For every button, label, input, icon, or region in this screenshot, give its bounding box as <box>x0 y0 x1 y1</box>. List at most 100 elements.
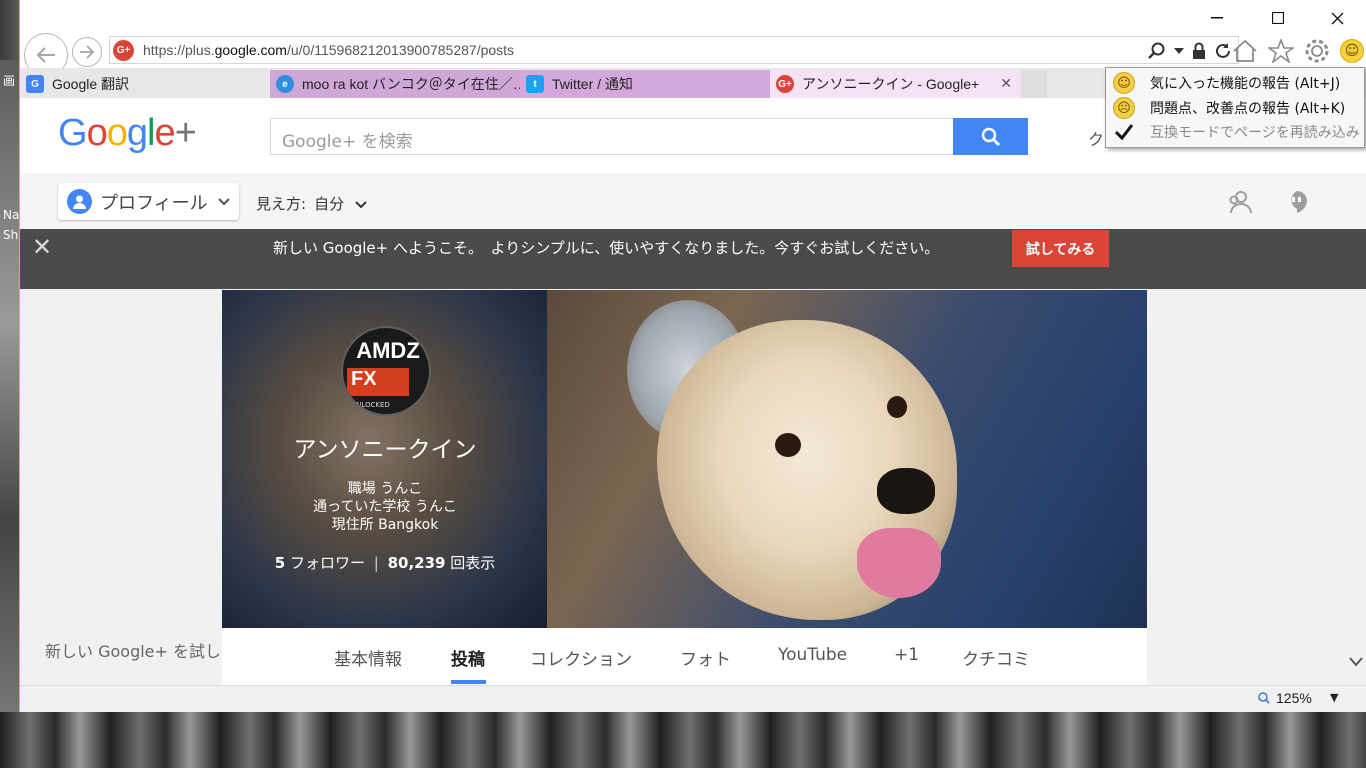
feedback-menu: ☺ 気に入った機能の報告 (Alt+J) ☹ 問題点、改善点の報告 (Alt+K… <box>1105 67 1365 148</box>
gear-icon[interactable] <box>1304 38 1330 64</box>
url-text[interactable]: https://plus.google.com/u/0/115968212013… <box>143 42 514 58</box>
url-path: /u/0/115968212013900785287/posts <box>286 42 515 58</box>
tab-twitter[interactable]: t Twitter / 通知 <box>520 70 770 98</box>
chevron-down-icon <box>217 195 230 209</box>
tab-posts[interactable]: 投稿 <box>451 645 485 670</box>
google-plus-page: Google+ Google+ を検索 ク プロフィール 見え方: 自分 ✕ 新… <box>20 98 1366 685</box>
zoom-dropdown-icon[interactable]: ▼ <box>1330 691 1338 704</box>
menu-item-label: 互換モードでページを再読み込み <box>1150 125 1360 141</box>
tab-about[interactable]: 基本情報 <box>334 645 402 670</box>
hangouts-icon[interactable] <box>1284 189 1310 215</box>
tab-label: Google 翻訳 <box>52 76 130 92</box>
toolbar-icons: ☺ <box>1232 36 1364 66</box>
tab-youtube[interactable]: YouTube <box>778 645 847 665</box>
desktop-bottom-strip <box>0 712 1366 768</box>
desktop-left-strip: 画 Na Sh <box>0 60 20 720</box>
profile-work: 職場 うんこ <box>347 481 423 497</box>
desktop-text: 画 <box>3 74 16 88</box>
tab-collections[interactable]: コレクション <box>530 645 632 670</box>
tab-google-plus-active[interactable]: G+ アンソニークイン - Google+ ✕ <box>770 70 1020 98</box>
search-button[interactable] <box>953 118 1028 155</box>
lock-icon[interactable] <box>1192 42 1206 60</box>
zoom-level[interactable]: 125% <box>1276 690 1312 706</box>
tab-label: moo ra kot バンコク＠タイ在住／… <box>302 76 520 92</box>
address-bar[interactable]: G+ https://plus.google.com/u/0/115968212… <box>109 36 1239 64</box>
google-translate-icon: G <box>26 75 44 93</box>
menu-item-compat-reload[interactable]: 互換モードでページを再読み込み <box>1112 120 1360 144</box>
banner-message: 新しい Google+ へようこそ。 よりシンプルに、使いやすくなりました。今す… <box>273 239 940 257</box>
back-arrow-icon <box>36 47 55 63</box>
dog-tongue <box>857 528 941 598</box>
smile-face-icon: ☺ <box>1113 72 1135 94</box>
view-as-label: 見え方: <box>256 195 307 213</box>
view-as-selector[interactable]: 見え方: 自分 <box>256 193 367 214</box>
desktop-text: Na <box>3 208 20 222</box>
favorites-star-icon[interactable] <box>1268 39 1294 63</box>
avatar[interactable]: AMDZ FX UNLOCKED <box>341 326 431 416</box>
new-gplus-banner: ✕ 新しい Google+ へようこそ。 よりシンプルに、使いやすくなりました。… <box>20 229 1366 289</box>
minimize-button[interactable] <box>1194 4 1240 32</box>
followers-label[interactable]: フォロワー <box>290 554 365 572</box>
feedback-smiley-icon[interactable]: ☺ <box>1340 39 1364 63</box>
menu-item-label: 問題点、改善点の報告 (Alt+K) <box>1150 101 1346 117</box>
tab-photos[interactable]: フォト <box>680 645 731 670</box>
forward-button[interactable] <box>72 37 102 67</box>
minimize-icon <box>1211 17 1223 19</box>
gplus-icon: G+ <box>776 75 794 93</box>
refresh-icon[interactable] <box>1214 42 1232 60</box>
view-as-value: 自分 <box>314 195 345 213</box>
ie-icon: e <box>276 75 294 93</box>
communities-icon[interactable] <box>1227 189 1253 215</box>
views-label: 回表示 <box>450 554 496 572</box>
try-it-button[interactable]: 試してみる <box>1012 230 1109 267</box>
tab-plus-one[interactable]: +1 <box>894 645 919 665</box>
close-window-button[interactable] <box>1314 4 1360 32</box>
menu-item-report-like[interactable]: ☺ 気に入った機能の報告 (Alt+J) <box>1112 71 1340 95</box>
profile-dropdown-button[interactable]: プロフィール <box>58 183 239 220</box>
profile-label: プロフィール <box>100 192 208 214</box>
profile-tabs: 基本情報 投稿 コレクション フォト YouTube +1 クチコミ <box>222 628 1147 685</box>
search-input[interactable]: Google+ を検索 <box>270 118 954 155</box>
url-host: google.com <box>214 42 287 58</box>
person-icon <box>67 189 92 214</box>
address-tools <box>1148 40 1232 62</box>
cover-photo-dog[interactable] <box>547 290 1147 628</box>
checkmark-icon <box>1112 120 1136 144</box>
search-icon[interactable] <box>1148 42 1166 60</box>
profile-stats: 5 フォロワー | 80,239 回表示 <box>274 554 496 572</box>
dog-eye <box>775 433 801 457</box>
dog-eye <box>887 396 907 418</box>
close-banner-icon[interactable]: ✕ <box>32 233 52 261</box>
tab-label: Twitter / 通知 <box>552 76 633 92</box>
address-row: G+ https://plus.google.com/u/0/115968212… <box>20 33 1366 77</box>
tab-moo-ra-kot[interactable]: e moo ra kot バンコク＠タイ在住／… <box>270 70 520 98</box>
search-icon <box>981 127 1000 146</box>
frown-face-icon: ☹ <box>1113 97 1135 119</box>
header-account-text[interactable]: ク <box>1088 126 1104 150</box>
tab-close-icon[interactable]: ✕ <box>1000 75 1012 92</box>
menu-item-report-problem[interactable]: ☹ 問題点、改善点の報告 (Alt+K) <box>1112 96 1345 120</box>
search-dropdown-icon[interactable] <box>1174 48 1184 54</box>
new-tab-button[interactable] <box>1021 70 1047 98</box>
profile-location: 現住所 Bangkok <box>331 517 439 533</box>
profile-subbar: プロフィール 見え方: 自分 <box>20 173 1366 229</box>
zoom-icon <box>1258 692 1270 704</box>
status-bar: 125% ▼ <box>20 685 1366 712</box>
url-prefix: https://plus. <box>143 42 215 58</box>
tab-google-translate[interactable]: G Google 翻訳 <box>20 70 270 98</box>
google-plus-logo[interactable]: Google+ <box>58 112 197 155</box>
avatar-brand: AMDZ <box>356 338 420 363</box>
home-icon[interactable] <box>1232 39 1258 63</box>
search-placeholder: Google+ を検索 <box>282 132 413 152</box>
title-bar <box>20 0 1366 36</box>
avatar-fx: FX <box>347 368 409 396</box>
twitter-icon: t <box>526 75 544 93</box>
maximize-button[interactable] <box>1255 4 1301 32</box>
views-count: 80,239 <box>387 554 446 572</box>
avatar-sub: UNLOCKED <box>351 401 390 409</box>
scroll-down-icon[interactable] <box>1349 652 1363 671</box>
profile-school: 通っていた学校 うんこ <box>313 499 457 515</box>
close-icon <box>1331 12 1343 24</box>
tab-reviews[interactable]: クチコミ <box>962 645 1030 670</box>
forward-arrow-icon <box>80 45 95 59</box>
